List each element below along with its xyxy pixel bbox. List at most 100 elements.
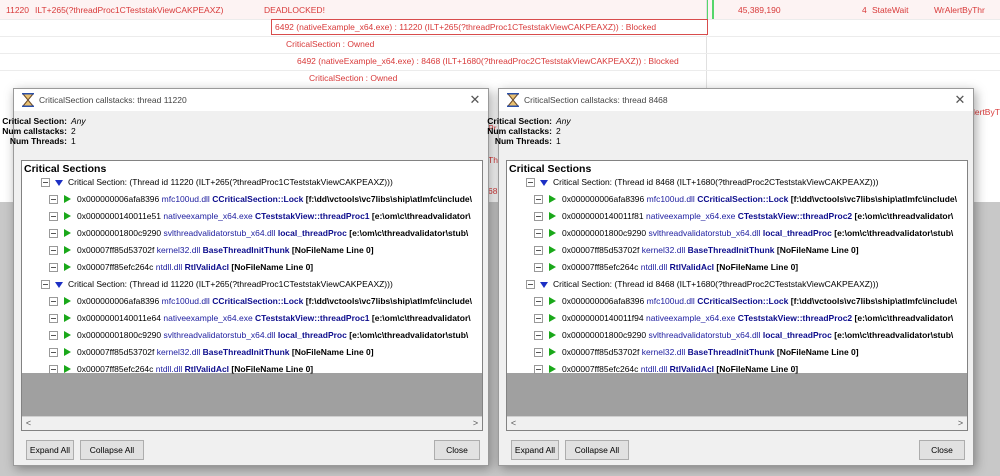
collapse-toggle-icon[interactable] (534, 246, 543, 255)
triangle-down-icon (55, 282, 63, 288)
collapse-toggle-icon[interactable] (534, 229, 543, 238)
collapse-toggle-icon[interactable] (49, 229, 58, 238)
close-button[interactable]: Close (919, 440, 965, 460)
expand-all-button[interactable]: Expand All (511, 440, 559, 460)
collapse-toggle-icon[interactable] (49, 195, 58, 204)
frame-address: 0x00007ff85d53702f (77, 245, 155, 255)
callstack-tree[interactable]: Critical Sections Critical Section: (Thr… (507, 161, 967, 374)
frame-module: ntdll.dll (640, 262, 668, 272)
frame-source: [f:\dd\vctools\vc7libs\ship\atlmfc\inclu… (305, 296, 472, 306)
dialog-info-section: Critical Section: Any Num callstacks: 2 … (487, 116, 973, 146)
dialog-button-bar: Expand All Collapse All Close (14, 440, 488, 464)
collapse-all-button[interactable]: Collapse All (565, 440, 629, 460)
frame-address: 0x000000006afa8396 (562, 194, 645, 204)
dialog-titlebar[interactable]: CriticalSection callstacks: thread 8468 … (499, 89, 973, 111)
collapse-all-button[interactable]: Collapse All (80, 440, 144, 460)
bg-peek-text: 68 (488, 186, 498, 196)
callstack-panel[interactable]: Critical Sections Critical Section: (Thr… (506, 160, 968, 431)
collapse-toggle-icon[interactable] (49, 348, 58, 357)
collapse-toggle-icon[interactable] (49, 263, 58, 272)
bg-blocked-highlight[interactable]: 6492 (nativeExample_x64.exe) : 11220 (IL… (271, 19, 708, 35)
bg-deadlock-status: DEADLOCKED! (264, 5, 325, 15)
bg-wait-reason: WrAlertByThr (934, 5, 985, 15)
collapse-toggle-icon[interactable] (526, 280, 535, 289)
callstack-dialog-thread-8468[interactable]: CriticalSection callstacks: thread 8468 … (487, 88, 974, 466)
frame-module: svlthreadvalidatorstub_x64.dll (648, 330, 761, 340)
collapse-toggle-icon[interactable] (49, 314, 58, 323)
bg-table-row[interactable]: 11220 ILT+265(?threadProc1CTeststakViewC… (0, 0, 1000, 19)
frame-module: mfc100ud.dll (161, 296, 210, 306)
callstack-panel[interactable]: Critical Sections Critical Section: (Thr… (21, 160, 483, 431)
collapse-toggle-icon[interactable] (49, 212, 58, 221)
info-row-num-callstacks: Num callstacks: 2 (2, 126, 488, 136)
bg-thread-func: ILT+265(?threadProc1CTeststakViewCAKPEAX… (35, 5, 224, 15)
collapse-toggle-icon[interactable] (534, 212, 543, 221)
scroll-right-icon[interactable]: > (954, 417, 967, 430)
bg-num: 4 (862, 5, 867, 15)
frame-function: local_threadProc (762, 330, 832, 340)
frame-function: BaseThreadInitThunk (687, 245, 775, 255)
frame-module: kernel32.dll (156, 347, 201, 357)
bg-blocked-text-2: 6492 (nativeExample_x64.exe) : 8468 (ILT… (297, 56, 679, 66)
frame-source: [NoFileName Line 0] (776, 347, 859, 357)
collapse-toggle-icon[interactable] (41, 178, 50, 187)
horizontal-scrollbar[interactable]: < > (507, 416, 967, 430)
frame-source: [e:\om\c\threadvalidator\stub\ (349, 330, 469, 340)
group-label: Critical Section: (Thread id 8468 (ILT+1… (553, 177, 879, 187)
bg-column-divider (706, 0, 707, 90)
frame-module: nativeexample_x64.exe (163, 211, 253, 221)
group-label: Critical Section: (Thread id 11220 (ILT+… (68, 177, 393, 187)
frame-module: mfc100ud.dll (646, 296, 695, 306)
collapse-toggle-icon[interactable] (534, 348, 543, 357)
collapse-toggle-icon[interactable] (41, 280, 50, 289)
frame-address: 0x00007ff85efc264c (562, 262, 639, 272)
frame-module: nativeexample_x64.exe (646, 313, 736, 323)
collapse-toggle-icon[interactable] (534, 297, 543, 306)
play-arrow-icon (64, 314, 71, 322)
frame-module: kernel32.dll (641, 347, 686, 357)
collapse-toggle-icon[interactable] (49, 246, 58, 255)
frame-function: CTeststakView::threadProc1 (255, 313, 370, 323)
frame-module: ntdll.dll (155, 364, 183, 374)
collapse-toggle-icon[interactable] (534, 195, 543, 204)
info-value: 2 (71, 126, 76, 136)
frame-address: 0x000000006afa8396 (77, 194, 160, 204)
close-button[interactable]: Close (434, 440, 480, 460)
frame-function: local_threadProc (762, 228, 832, 238)
frame-function: RtlValidAcl (669, 262, 715, 272)
dialog-titlebar[interactable]: CriticalSection callstacks: thread 11220… (14, 89, 488, 111)
collapse-toggle-icon[interactable] (49, 297, 58, 306)
play-arrow-icon (549, 348, 556, 356)
bg-cs-owned-2: CriticalSection : Owned (309, 73, 398, 83)
scroll-left-icon[interactable]: < (507, 417, 520, 430)
expand-all-button[interactable]: Expand All (26, 440, 74, 460)
info-label: Num callstacks: (2, 126, 67, 136)
frame-function: BaseThreadInitThunk (202, 347, 290, 357)
close-icon[interactable]: ✕ (951, 91, 969, 109)
dialog-title: CriticalSection callstacks: thread 8468 (524, 95, 668, 105)
info-label: Critical Section: (487, 116, 552, 126)
collapse-toggle-icon[interactable] (534, 331, 543, 340)
frame-function: CCriticalSection::Lock (212, 296, 304, 306)
collapse-toggle-icon[interactable] (534, 263, 543, 272)
play-arrow-icon (549, 297, 556, 305)
close-icon[interactable]: ✕ (466, 91, 484, 109)
hourglass-icon (22, 93, 34, 107)
collapse-toggle-icon[interactable] (49, 365, 58, 374)
frame-function: RtlValidAcl (669, 364, 715, 374)
horizontal-scrollbar[interactable]: < > (22, 416, 482, 430)
frame-source: [e:\om\c\threadvalidator\ (854, 211, 954, 221)
collapse-toggle-icon[interactable] (534, 365, 543, 374)
callstack-tree[interactable]: Critical Sections Critical Section: (Thr… (22, 161, 482, 374)
frame-source: [e:\om\c\threadvalidator\stub\ (834, 228, 954, 238)
scroll-left-icon[interactable]: < (22, 417, 35, 430)
collapse-toggle-icon[interactable] (534, 314, 543, 323)
scroll-right-icon[interactable]: > (469, 417, 482, 430)
triangle-down-icon (540, 180, 548, 186)
collapse-toggle-icon[interactable] (49, 331, 58, 340)
frame-function: RtlValidAcl (184, 262, 230, 272)
frame-module: mfc100ud.dll (646, 194, 695, 204)
collapse-toggle-icon[interactable] (526, 178, 535, 187)
frame-address: 0x00007ff85efc264c (77, 364, 154, 374)
callstack-dialog-thread-11220[interactable]: CriticalSection callstacks: thread 11220… (2, 88, 489, 466)
